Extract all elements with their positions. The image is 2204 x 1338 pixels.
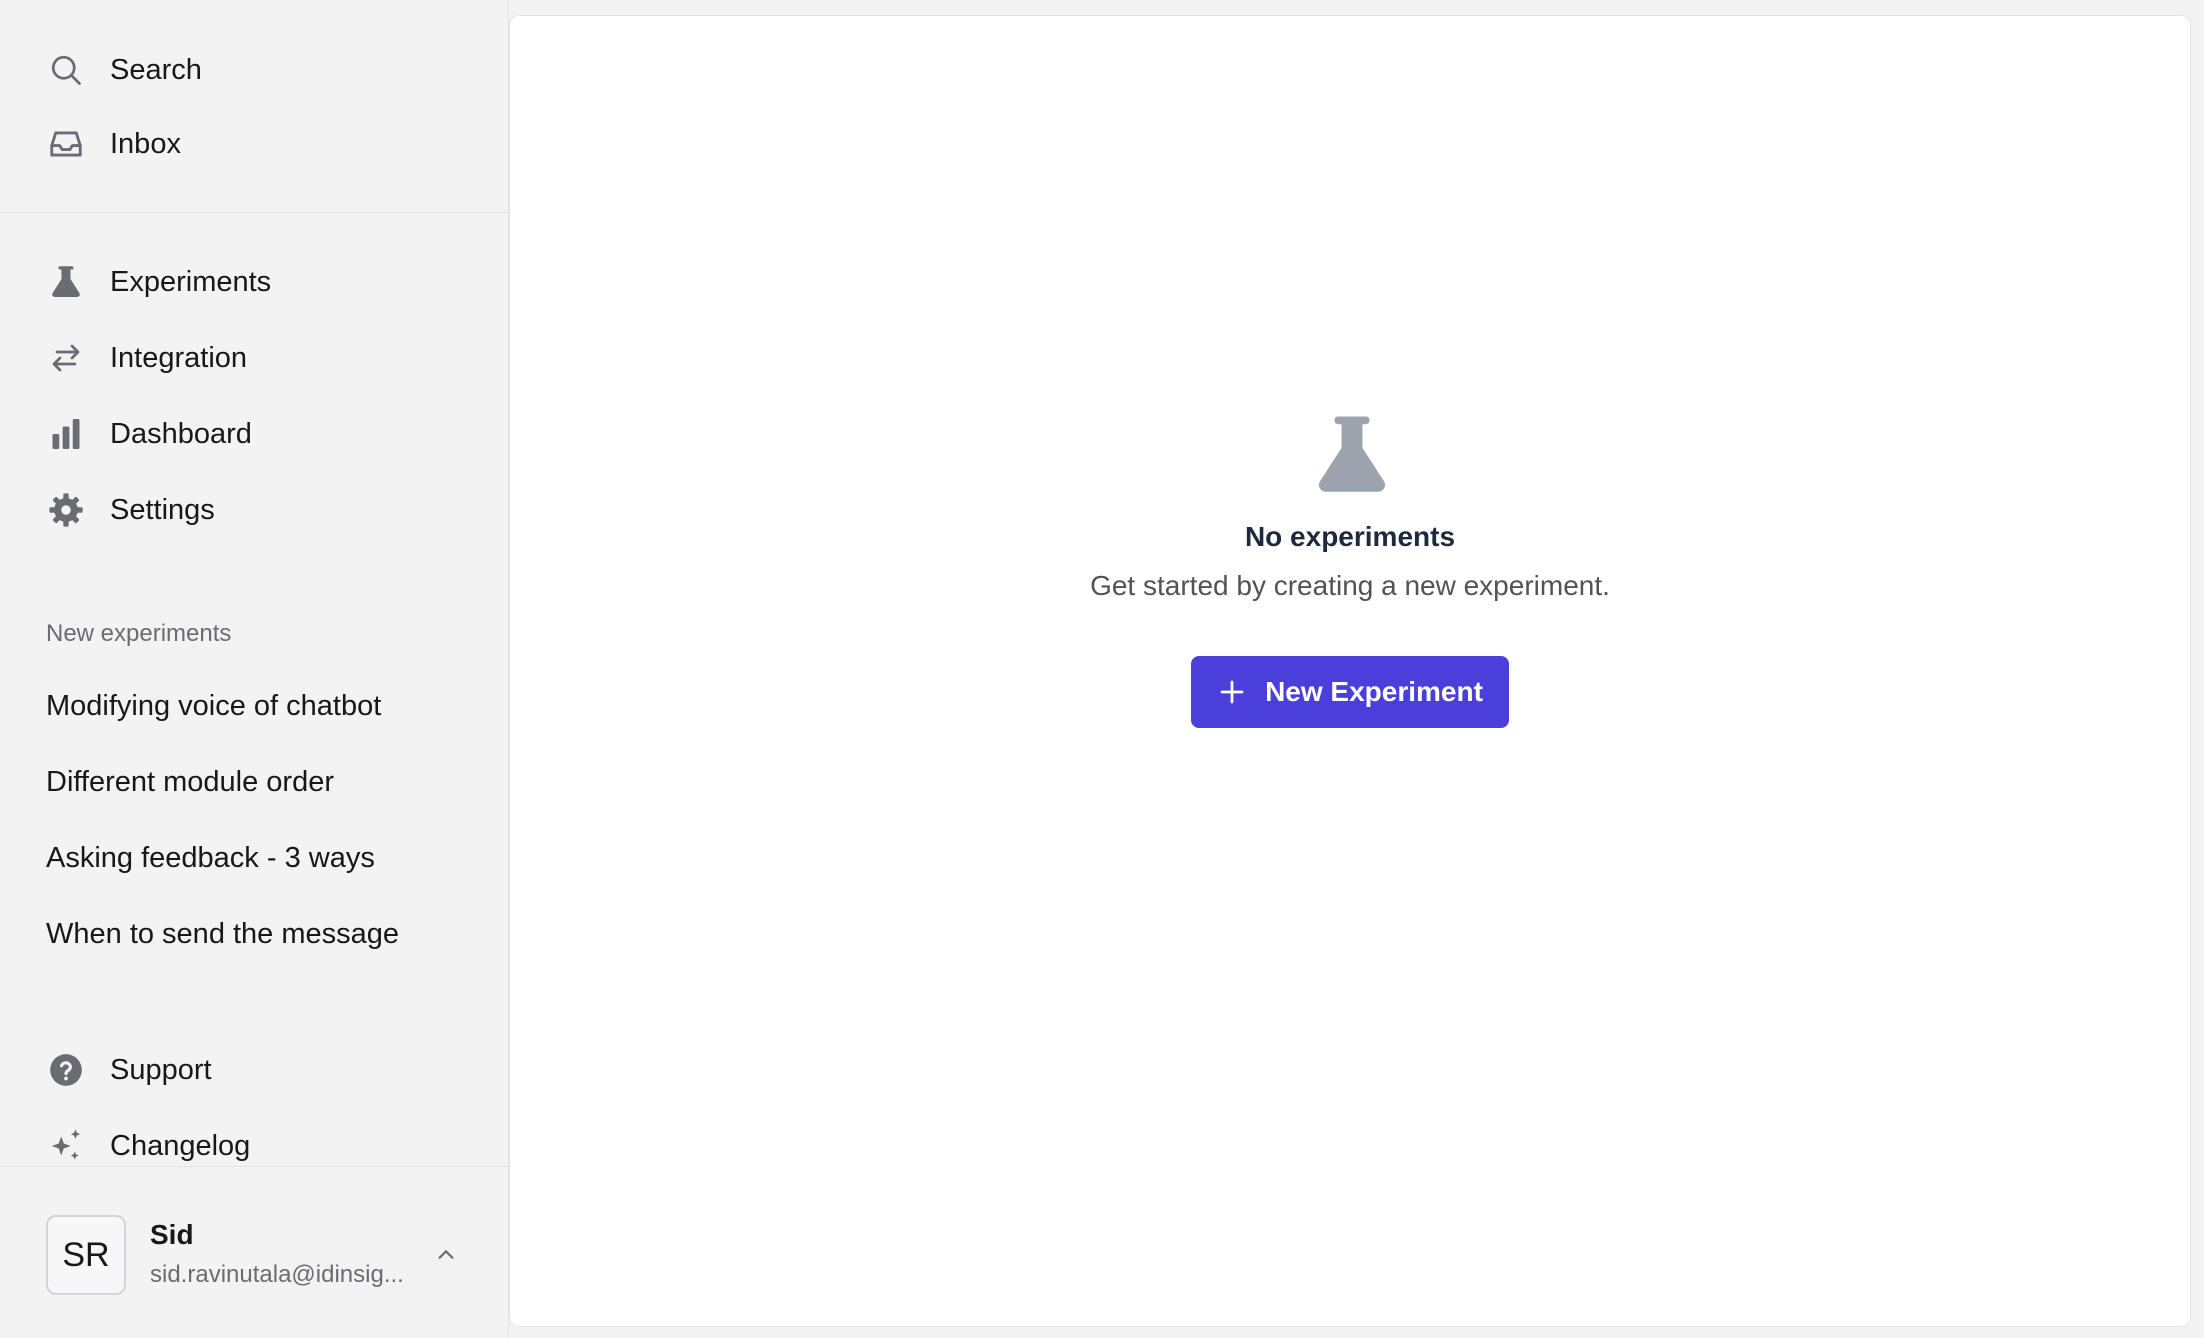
sidebar-item-label: Dashboard: [110, 417, 252, 450]
sidebar-item-inbox[interactable]: Inbox: [46, 118, 181, 170]
sidebar-item-changelog[interactable]: Changelog: [46, 1120, 250, 1172]
sidebar-item-label: Search: [110, 53, 202, 86]
sidebar-item-dashboard[interactable]: Dashboard: [46, 408, 252, 460]
new-experiment-button[interactable]: New Experiment: [1191, 656, 1509, 728]
sidebar-item-label: Support: [110, 1053, 212, 1086]
new-experiment-button-label: New Experiment: [1265, 676, 1483, 707]
inbox-icon: [46, 124, 86, 164]
user-name: Sid: [150, 1219, 194, 1250]
experiment-link[interactable]: Asking feedback - 3 ways: [46, 833, 375, 883]
sidebar-item-label: Settings: [110, 493, 215, 526]
arrows-right-left-icon: [46, 338, 86, 378]
main-panel: No experiments Get started by creating a…: [509, 15, 2191, 1327]
chevron-up-icon[interactable]: [430, 1239, 462, 1271]
sparkles-icon: [46, 1126, 86, 1166]
sidebar-item-experiments[interactable]: Experiments: [46, 256, 271, 308]
sidebar: Search Inbox Experiments Integration Das…: [0, 0, 509, 1338]
sidebar-item-settings[interactable]: Settings: [46, 484, 215, 536]
user-email: sid.ravinutala@idinsig...: [150, 1261, 404, 1288]
empty-state-subtitle: Get started by creating a new experiment…: [1090, 570, 1610, 601]
sidebar-item-label: Experiments: [110, 265, 272, 298]
empty-state-title: No experiments: [1244, 521, 1456, 552]
beaker-icon: [46, 262, 86, 302]
experiment-link[interactable]: When to send the message: [46, 909, 399, 959]
new-experiments-section-label: New experiments: [46, 620, 232, 647]
sidebar-item-search[interactable]: Search: [46, 44, 202, 96]
avatar: SR: [46, 1215, 126, 1295]
search-icon: [46, 50, 86, 90]
user-account-menu[interactable]: SR Sid sid.ravinutala@idinsig...: [0, 1166, 509, 1338]
question-circle-icon: [46, 1050, 86, 1090]
sidebar-divider: [0, 212, 509, 213]
experiment-link[interactable]: Different module order: [46, 757, 334, 807]
sidebar-item-label: Integration: [110, 341, 248, 374]
sidebar-item-label: Inbox: [110, 127, 181, 160]
gear-icon: [46, 490, 86, 530]
sidebar-item-support[interactable]: Support: [46, 1044, 212, 1096]
bar-chart-icon: [46, 414, 86, 454]
app-root: Search Inbox Experiments Integration Das…: [0, 0, 2204, 1338]
empty-state: No experiments Get started by creating a…: [510, 16, 2190, 1326]
sidebar-item-label: Changelog: [110, 1129, 251, 1162]
sidebar-item-integration[interactable]: Integration: [46, 332, 247, 384]
beaker-icon: [1310, 413, 1394, 497]
plus-icon: [1217, 677, 1247, 707]
experiment-link[interactable]: Modifying voice of chatbot: [46, 681, 381, 731]
